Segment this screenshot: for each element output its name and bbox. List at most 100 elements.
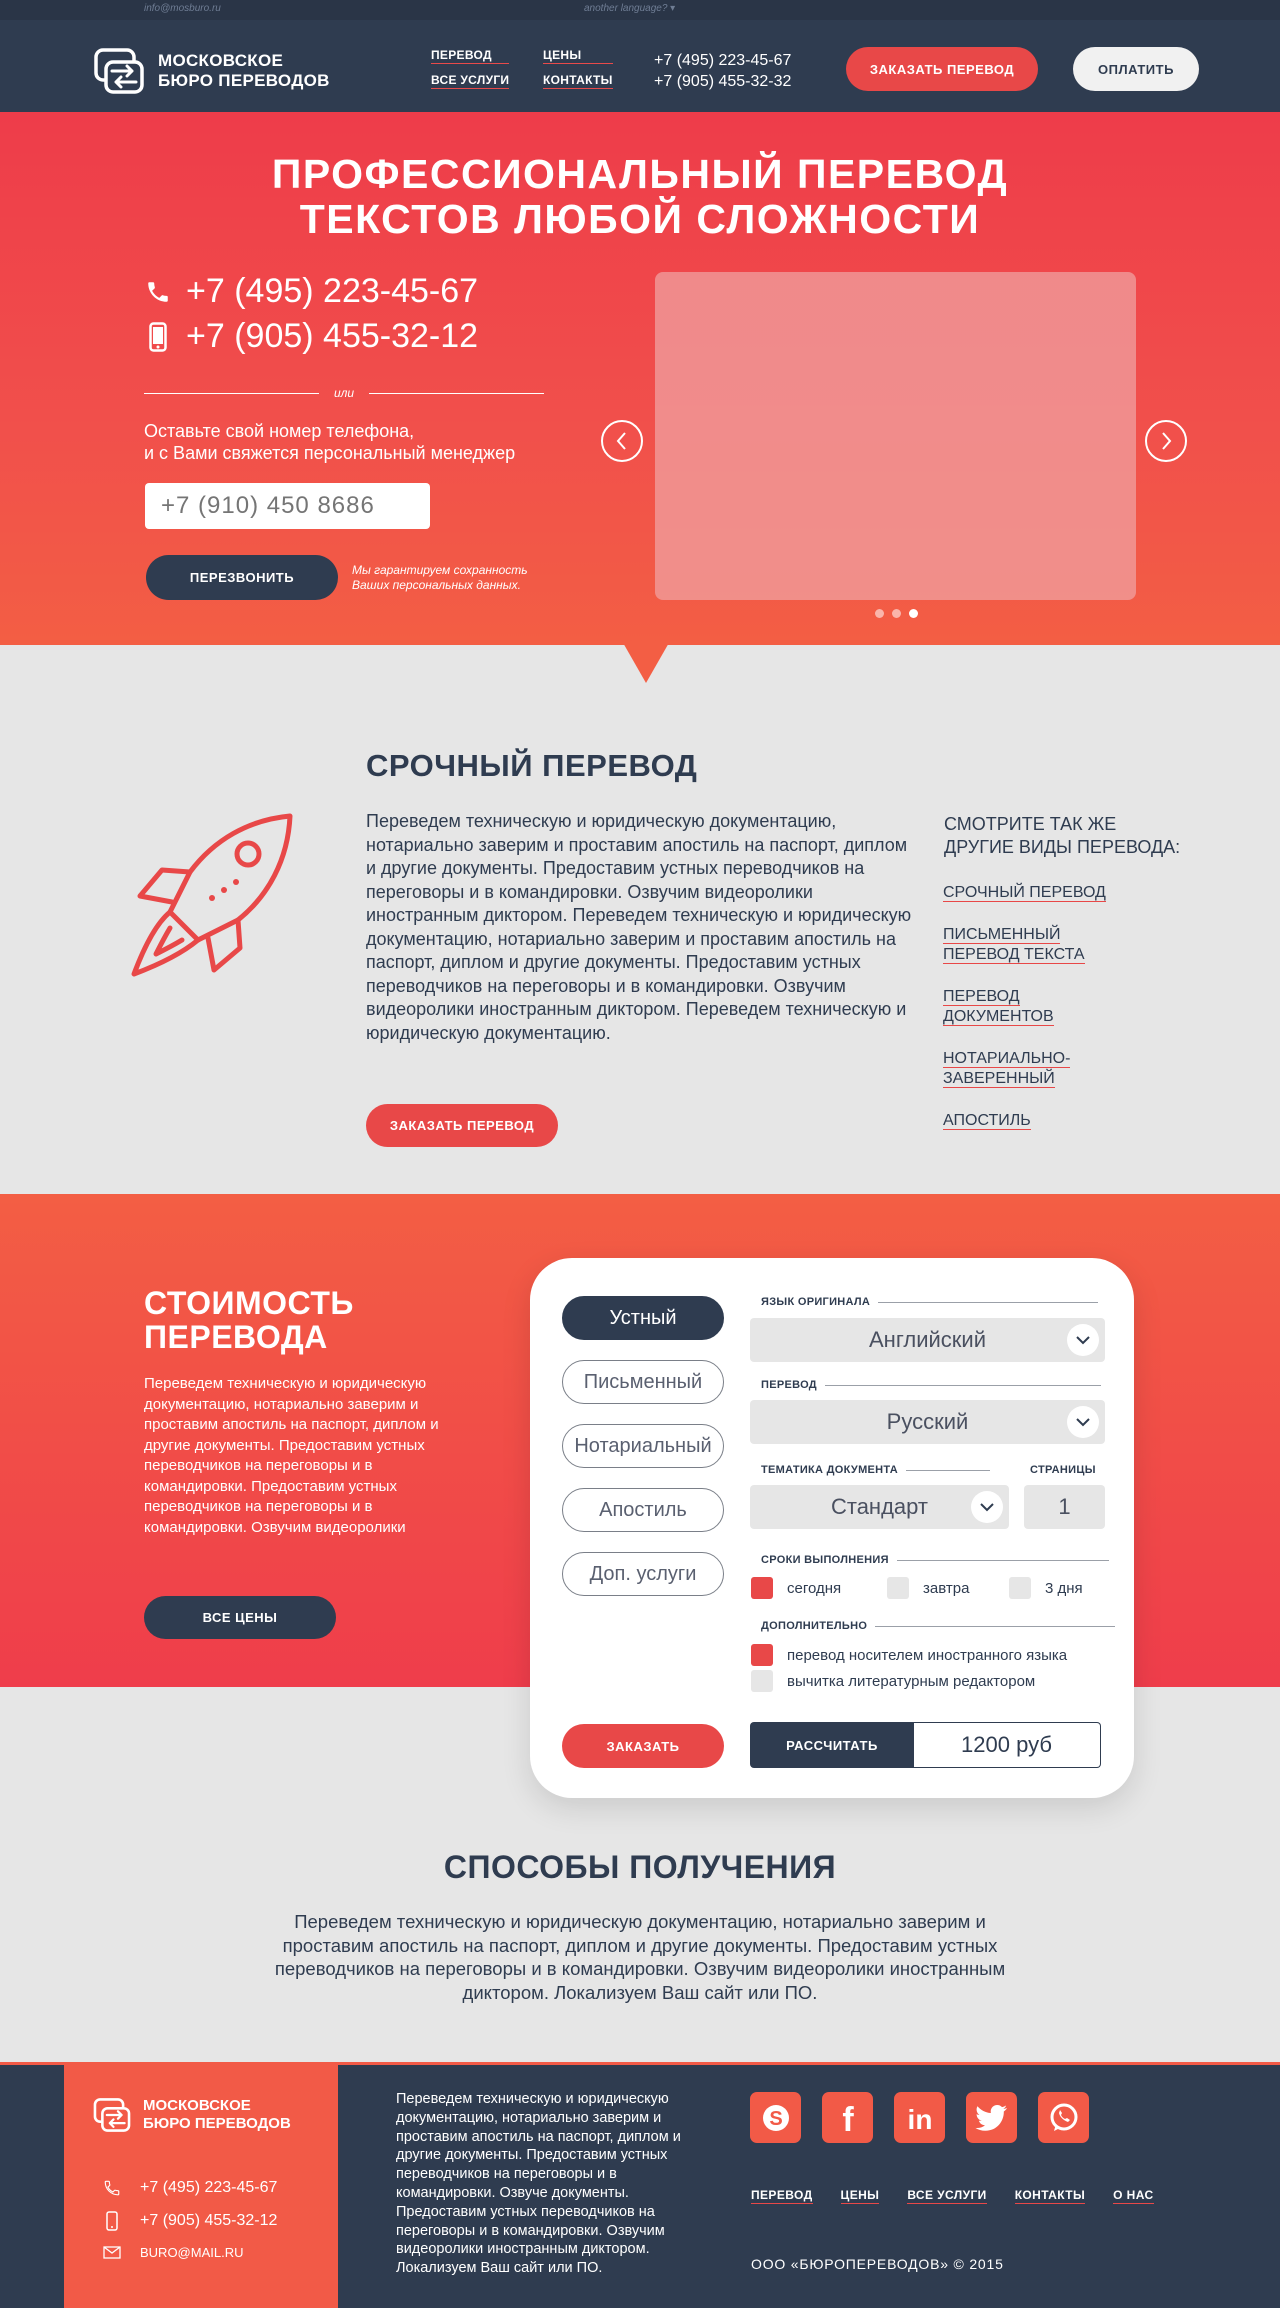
pricing-title-line-1: СТОИМОСТЬ — [144, 1285, 354, 1321]
type-extra-services-button[interactable]: Доп. услуги — [562, 1552, 724, 1596]
privacy-note: Мы гарантируем сохранность Ваших персона… — [352, 563, 528, 593]
footer-nav-contacts[interactable]: КОНТАКТЫ — [1014, 2188, 1086, 2204]
hero-phone-2[interactable]: +7 (905) 455-32-12 — [144, 317, 478, 356]
footer-phone-2-text: +7 (905) 455-32-12 — [140, 2212, 278, 2229]
proofreading-checkbox[interactable]: вычитка литературным редактором — [751, 1670, 1035, 1692]
topic-value: Стандарт — [830, 1494, 928, 1519]
footer-nav-all-services[interactable]: ВСЕ УСЛУГИ — [907, 2188, 987, 2204]
mail-icon — [102, 2246, 122, 2259]
privacy-line-1: Мы гарантируем сохранность — [352, 563, 528, 577]
slider-dot-1[interactable] — [875, 609, 884, 618]
language-switcher[interactable]: another language? ▾ — [584, 3, 675, 14]
link-urgent[interactable]: СРОЧНЫЙ ПЕРЕВОД — [943, 883, 1106, 903]
nav-translation[interactable]: ПЕРЕВОД — [431, 48, 510, 64]
type-oral-button[interactable]: Устный — [562, 1296, 724, 1340]
chevron-down-icon — [1067, 1324, 1099, 1356]
target-language-select[interactable]: Русский — [750, 1400, 1105, 1444]
callback-button[interactable]: ПЕРЕЗВОНИТЬ — [146, 555, 338, 600]
pay-button[interactable]: ОПЛАТИТЬ — [1073, 47, 1199, 91]
privacy-line-2: Ваших персональных данных. — [352, 578, 521, 592]
logo-line-1: МОСКОВСКОЕ — [158, 51, 284, 70]
deadline-label: СРОКИ ВЫПОЛНЕНИЯ — [761, 1554, 1109, 1566]
slider-dot-2[interactable] — [892, 609, 901, 618]
nav-contacts[interactable]: КОНТАКТЫ — [543, 73, 613, 89]
header-phone-2[interactable]: +7 (905) 455-32-32 — [654, 71, 791, 92]
order-translation-button[interactable]: ЗАКАЗАТЬ ПЕРЕВОД — [846, 47, 1038, 91]
footer-email[interactable]: BURO@MAIL.RU — [102, 2245, 244, 2260]
deadline-tomorrow-checkbox[interactable]: завтра — [887, 1577, 969, 1599]
hero-pointer-triangle — [622, 641, 670, 683]
nav-all-services[interactable]: ВСЕ УСЛУГИ — [431, 73, 510, 89]
social-links: S f in — [750, 2092, 1089, 2143]
target-language-value: Русский — [886, 1409, 969, 1434]
header-phone-1[interactable]: +7 (495) 223-45-67 — [654, 50, 791, 71]
deadline-3days-checkbox[interactable]: 3 дня — [1009, 1577, 1083, 1599]
phone-number-input[interactable] — [145, 483, 430, 529]
phone-icon — [102, 2179, 122, 2197]
logo[interactable]: МОСКОВСКОЕ БЮРО ПЕРЕВОДОВ — [92, 44, 330, 98]
footer-text: Переведем техническую и юридическую доку… — [396, 2091, 681, 2277]
chevron-down-icon — [971, 1491, 1003, 1523]
see-also-title: СМОТРИТЕ ТАК ЖЕ ДРУГИЕ ВИДЫ ПЕРЕВОДА: — [944, 813, 1180, 859]
footer-logo[interactable]: МОСКОВСКОЕ БЮРО ПЕРЕВОДОВ — [92, 2095, 291, 2135]
see-also-links: СРОЧНЫЙ ПЕРЕВОД ПИСЬМЕННЫЙ ПЕРЕВОД ТЕКСТА… — [943, 883, 1106, 1131]
topic-select[interactable]: Стандарт — [750, 1485, 1009, 1529]
source-language-select[interactable]: Английский — [750, 1318, 1105, 1362]
twitter-icon[interactable] — [966, 2092, 1017, 2143]
mobile-phone-icon — [102, 2211, 122, 2231]
svg-text:f: f — [842, 2101, 854, 2135]
footer-logo-line-1: МОСКОВСКОЕ — [143, 2097, 251, 2114]
type-written-button[interactable]: Письменный — [562, 1360, 724, 1404]
link-notarized[interactable]: НОТАРИАЛЬНО- ЗАВЕРЕННЫЙ — [943, 1049, 1106, 1089]
urgent-order-button[interactable]: ЗАКАЗАТЬ ПЕРЕВОД — [366, 1104, 558, 1147]
all-prices-button[interactable]: ВСЕ ЦЕНЫ — [144, 1596, 336, 1639]
logo-line-2: БЮРО ПЕРЕВОДОВ — [158, 71, 330, 90]
logo-text: МОСКОВСКОЕ БЮРО ПЕРЕВОДОВ — [158, 51, 330, 91]
calculate-button[interactable]: РАССЧИТАТЬ — [750, 1722, 914, 1768]
slider-dots — [875, 609, 918, 618]
source-language-value: Английский — [869, 1327, 986, 1352]
mobile-phone-icon — [144, 321, 172, 352]
type-notarial-button[interactable]: Нотариальный — [562, 1424, 724, 1468]
hero-section: ПРОФЕССИОНАЛЬНЫЙ ПЕРЕВОД ТЕКСТОВ ЛЮБОЙ С… — [0, 112, 1280, 645]
link-documents[interactable]: ПЕРЕВОД ДОКУМЕНТОВ — [943, 987, 1106, 1027]
footer-phone-1[interactable]: +7 (495) 223-45-67 — [102, 2179, 277, 2197]
slider-prev-button[interactable] — [601, 420, 643, 462]
slider-next-button[interactable] — [1145, 420, 1187, 462]
deadline-today-checkbox[interactable]: сегодня — [751, 1577, 841, 1599]
linkedin-icon[interactable]: in — [894, 2092, 945, 2143]
calc-order-button[interactable]: ЗАКАЗАТЬ — [562, 1724, 724, 1768]
footer-contact-panel: МОСКОВСКОЕ БЮРО ПЕРЕВОДОВ +7 (495) 223-4… — [64, 2065, 338, 2308]
type-apostille-button[interactable]: Апостиль — [562, 1488, 724, 1532]
link-written[interactable]: ПИСЬМЕННЫЙ ПЕРЕВОД ТЕКСТА — [943, 925, 1106, 965]
extra-label: ДОПОЛНИТЕЛЬНО — [761, 1620, 1116, 1632]
hero-title-line-2: ТЕКСТОВ ЛЮБОЙ СЛОЖНОСТИ — [299, 196, 981, 242]
footer-phone-2[interactable]: +7 (905) 455-32-12 — [102, 2211, 277, 2231]
hero-phone-2-text: +7 (905) 455-32-12 — [186, 317, 479, 355]
footer-phone-1-text: +7 (495) 223-45-67 — [140, 2179, 278, 2196]
skype-icon[interactable]: S — [750, 2092, 801, 2143]
site-footer: МОСКОВСКОЕ БЮРО ПЕРЕВОДОВ +7 (495) 223-4… — [0, 2062, 1280, 2308]
facebook-icon[interactable]: f — [822, 2092, 873, 2143]
or-divider: или — [144, 385, 544, 401]
native-speaker-checkbox[interactable]: перевод носителем иностранного языка — [751, 1644, 1067, 1666]
chevron-left-icon — [616, 432, 626, 450]
header-nav-col-1: ПЕРЕВОД ВСЕ УСЛУГИ — [431, 48, 510, 98]
footer-nav-about[interactable]: О НАС — [1113, 2188, 1154, 2204]
footer-nav-translation[interactable]: ПЕРЕВОД — [751, 2188, 813, 2204]
footer-nav-prices[interactable]: ЦЕНЫ — [840, 2188, 880, 2204]
hero-phone-1[interactable]: +7 (495) 223-45-67 — [144, 272, 478, 311]
svg-text:in: in — [907, 2104, 932, 2135]
pages-input[interactable]: 1 — [1024, 1485, 1105, 1529]
copyright: ООО «БЮРОПЕРЕВОДОВ» © 2015 — [751, 2256, 1004, 2272]
delivery-text: Переведем техническую и юридическую доку… — [274, 1911, 1006, 2003]
callback-note: Оставьте свой номер телефона, и с Вами с… — [144, 420, 515, 464]
nav-prices[interactable]: ЦЕНЫ — [543, 48, 613, 64]
whatsapp-icon[interactable] — [1038, 2092, 1089, 2143]
logo-icon — [94, 48, 144, 94]
slider-dot-3[interactable] — [909, 609, 918, 618]
rocket-icon — [131, 813, 293, 977]
callback-note-line-2: и с Вами свяжется персональный менеджер — [144, 443, 516, 463]
link-apostille[interactable]: АПОСТИЛЬ — [943, 1111, 1106, 1131]
top-email[interactable]: info@mosburo.ru — [144, 3, 221, 14]
